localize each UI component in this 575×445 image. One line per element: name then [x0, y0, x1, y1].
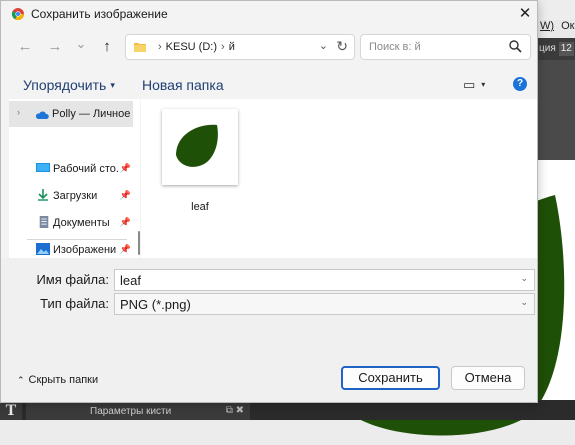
navigation-pane: › Polly — Личное Рабочий сто. 📌 Загрузки…: [9, 99, 140, 258]
pin-icon[interactable]: 📌: [120, 190, 131, 201]
help-icon[interactable]: ?: [513, 77, 527, 91]
save-fields: Имя файла: leaf ⌄ Тип файла: PNG (*.png)…: [1, 258, 537, 318]
pin-icon[interactable]: 📌: [120, 163, 131, 174]
breadcrumb-separator: ›: [221, 41, 225, 53]
search-icon[interactable]: [508, 39, 522, 53]
breadcrumb-separator: ›: [158, 41, 162, 53]
filename-field[interactable]: leaf ⌄: [114, 269, 535, 291]
filetype-value: PNG (*.png): [120, 297, 191, 312]
sidebar-item-desktop[interactable]: Рабочий сто. 📌: [9, 156, 133, 182]
folder-icon: [134, 43, 146, 52]
filetype-dropdown-icon[interactable]: ⌄: [520, 297, 528, 308]
search-input[interactable]: Поиск в: й: [360, 34, 531, 60]
navigation-bar: ← → ⌄ ↑ › KESU (D:) › й ⌄ ↻ Поиск в: й: [1, 31, 537, 63]
sidebar-item-label: Изображени: [53, 244, 117, 256]
panel-controls-icon[interactable]: ⧉ ✖: [226, 405, 244, 416]
sidebar-item-downloads[interactable]: Загрузки 📌: [9, 183, 133, 209]
new-folder-button[interactable]: Новая папка: [142, 77, 224, 93]
dialog-footer: ⌃ Скрыть папки Сохранить Отмена: [1, 318, 537, 402]
bg-brush-settings-panel[interactable]: Параметры кисти ⧉ ✖: [26, 403, 250, 420]
sidebar-item-documents[interactable]: Документы 📌: [9, 210, 133, 236]
bg-panel-title: Параметры кисти: [90, 406, 172, 417]
hide-folders-button[interactable]: ⌃ Скрыть папки: [17, 374, 98, 386]
sidebar-item-pictures[interactable]: Изображени 📌: [9, 237, 133, 258]
sidebar-item-label: Загрузки: [53, 190, 98, 202]
back-arrow-icon[interactable]: ←: [13, 35, 37, 59]
address-dropdown-icon[interactable]: ⌄: [319, 39, 328, 52]
sidebar-item-label: Polly — Личное: [52, 108, 131, 120]
cancel-button[interactable]: Отмена: [451, 366, 525, 390]
bg-menubar: W) Ок: [536, 20, 575, 39]
bg-menu-fragment-1[interactable]: W): [540, 20, 554, 32]
save-image-dialog: Сохранить изображение ✕ ← → ⌄ ↑ › KESU (D…: [0, 0, 538, 403]
desktop-icon: [36, 163, 50, 172]
file-item[interactable]: leaf: [162, 109, 238, 215]
bg-option-label: ция: [539, 43, 556, 54]
sidebar-scrollbar[interactable]: [138, 231, 140, 255]
onedrive-cloud-icon: [35, 111, 49, 119]
documents-icon: [39, 216, 49, 228]
breadcrumb: › KESU (D:) › й: [154, 41, 235, 53]
save-button[interactable]: Сохранить: [341, 366, 440, 390]
filename-value: leaf: [120, 273, 141, 288]
leaf-icon: [176, 124, 218, 167]
view-icon: ▭: [463, 77, 476, 92]
chrome-app-icon: [12, 8, 24, 20]
hide-folders-label: Скрыть папки: [28, 374, 99, 386]
filename-dropdown-icon[interactable]: ⌄: [520, 273, 528, 284]
leaf-image-thumbnail: [162, 109, 238, 185]
pin-icon[interactable]: 📌: [120, 217, 131, 228]
expand-chevron-icon[interactable]: ›: [17, 107, 20, 117]
dialog-titlebar: Сохранить изображение ✕: [1, 1, 537, 27]
filetype-label: Тип файла:: [40, 296, 109, 311]
recent-locations-icon[interactable]: ⌄: [69, 32, 93, 56]
refresh-icon[interactable]: ↻: [336, 38, 348, 55]
bg-menu-fragment-2[interactable]: Ок: [561, 20, 574, 32]
download-icon: [38, 189, 48, 201]
sidebar-item-label: Рабочий сто.: [53, 163, 119, 175]
pictures-icon: [36, 243, 50, 255]
organize-label: Упорядочить: [23, 77, 107, 93]
view-caret-icon: ▾: [481, 80, 486, 89]
bg-option-value[interactable]: 12: [558, 42, 574, 56]
address-bar[interactable]: › KESU (D:) › й ⌄ ↻: [125, 34, 355, 60]
filename-label: Имя файла:: [36, 272, 109, 287]
close-icon[interactable]: ✕: [511, 2, 539, 26]
bg-options-bar: ция 12: [536, 38, 575, 60]
up-folder-icon[interactable]: ↑: [95, 35, 119, 59]
bg-workspace-dark: [536, 60, 575, 160]
file-name: leaf: [191, 201, 209, 213]
file-list: leaf: [141, 99, 537, 258]
breadcrumb-drive[interactable]: KESU (D:): [166, 41, 217, 53]
forward-arrow-icon[interactable]: →: [43, 35, 67, 59]
pin-icon[interactable]: 📌: [120, 244, 131, 255]
dialog-title: Сохранить изображение: [31, 7, 168, 21]
text-tool-icon[interactable]: T: [0, 400, 22, 420]
collapse-caret-icon: ⌃: [17, 375, 25, 385]
filetype-select[interactable]: PNG (*.png) ⌄: [114, 293, 535, 315]
organize-caret-icon: ▾: [110, 80, 115, 90]
sidebar-item-label: Документы: [53, 217, 110, 229]
search-placeholder: Поиск в: й: [369, 41, 421, 53]
command-bar: Упорядочить ▾ Новая папка ▭ ▾ ?: [1, 69, 537, 101]
sidebar-item-onedrive[interactable]: › Polly — Личное: [9, 101, 133, 127]
view-options-button[interactable]: ▭ ▾: [463, 77, 485, 93]
organize-button[interactable]: Упорядочить ▾: [23, 77, 115, 93]
breadcrumb-folder[interactable]: й: [229, 41, 235, 53]
